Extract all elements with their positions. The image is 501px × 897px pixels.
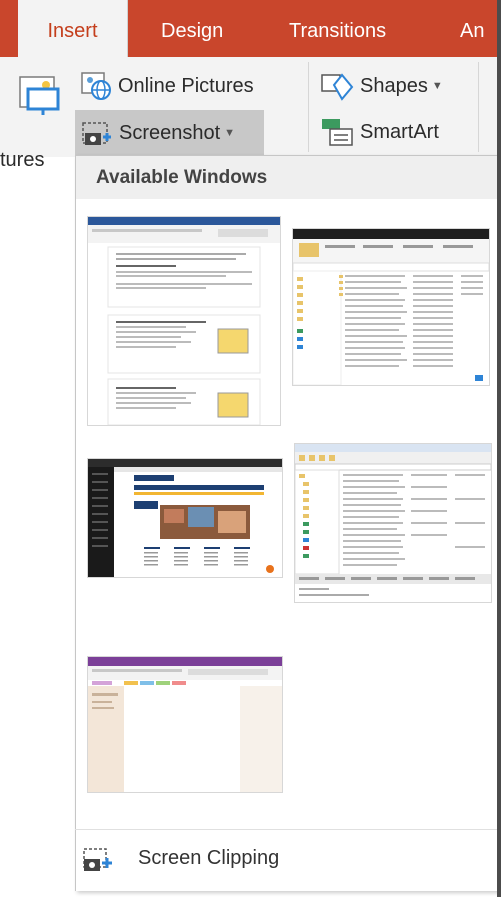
window-thumbnail-image [88,459,282,577]
ribbon-separator [478,62,479,152]
onenote-window[interactable] [87,656,283,793]
divider [75,829,501,830]
smartart-label: SmartArt [360,120,439,143]
online-pictures-icon [81,72,111,100]
tab-animations[interactable]: An [460,0,500,57]
screenshot-label: Screenshot [119,121,221,144]
online-pictures-button[interactable]: Online Pictures [80,70,254,102]
smartart-icon [322,119,353,146]
window-border [497,0,501,897]
pictures-button[interactable]: tures [0,57,73,171]
shapes-label: Shapes [360,74,428,97]
smartart-button[interactable]: SmartArt [320,116,439,148]
screenshot-button[interactable]: Screenshot ▼ [75,110,264,156]
window-thumbnail-image [293,229,489,385]
tab-design[interactable]: Design [161,0,241,57]
online-pictures-label: Online Pictures [118,74,254,97]
chevron-down-icon: ▼ [431,80,443,92]
available-windows-header: Available Windows [76,156,501,199]
tab-insert[interactable]: Insert [18,0,128,57]
word-document-window[interactable] [87,216,281,426]
screenshot-icon [82,122,111,145]
window-thumbnail-image [88,217,280,425]
shapes-icon [321,73,354,101]
shapes-button[interactable]: Shapes ▼ [320,70,443,102]
file-explorer-window[interactable] [292,228,490,386]
chevron-down-icon: ▼ [224,127,236,139]
screen-clipping-label: Screen Clipping [138,846,280,869]
screenshot-dropdown: Available Windows [75,155,501,891]
explorer-file-list-window[interactable] [294,443,492,603]
screen-clipping-icon [83,848,112,871]
window-thumbnail-image [295,444,491,596]
pictures-icon [19,76,60,115]
tab-transitions[interactable]: Transitions [289,0,419,57]
ribbon-tab-bar: Insert Design Transitions An [0,0,501,57]
screen-clipping-button[interactable]: Screen Clipping [82,838,279,878]
ribbon-separator [308,62,309,152]
browser-website-window[interactable] [87,458,283,578]
pictures-label: tures [0,149,45,171]
window-thumbnail-image [88,657,282,792]
